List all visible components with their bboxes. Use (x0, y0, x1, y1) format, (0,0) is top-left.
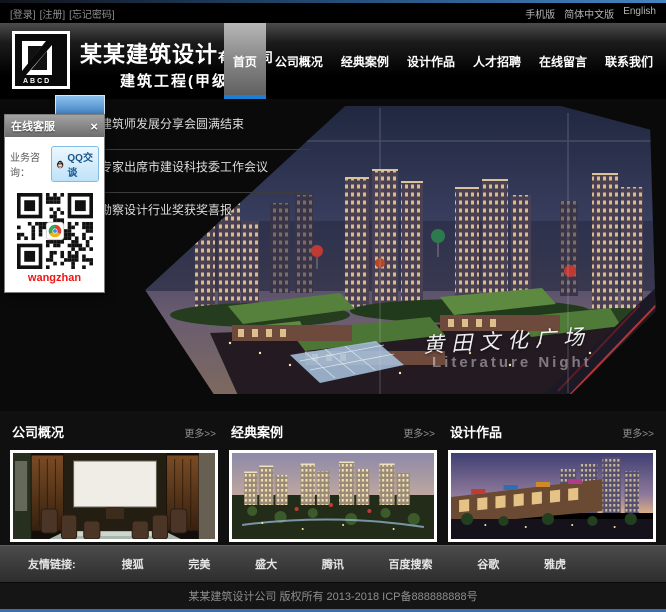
mobile-version-link[interactable]: 手机版 (525, 6, 555, 21)
nav-company-profile[interactable]: 公司概况 (266, 23, 332, 99)
news-item[interactable]: 勘察设计行业奖获奖喜报 (100, 193, 310, 235)
friend-links-bar: 友情链接: 搜狐 完美 盛大 腾讯 百度搜索 谷歌 雅虎 (0, 545, 666, 583)
main-nav: 首页 公司概况 经典案例 设计作品 人才招聘 在线留言 联系我们 (224, 23, 662, 99)
more-link[interactable]: 更多>> (622, 425, 654, 440)
login-link[interactable]: [登录] (10, 6, 36, 21)
qr-code-block (17, 193, 93, 269)
nav-contact-us[interactable]: 联系我们 (596, 23, 662, 99)
section-classic-cases: 经典案例 更多>> (229, 419, 437, 545)
service-panel-body: 业务咨询： QQ交谈 (5, 137, 104, 292)
friend-links: 搜狐 完美 盛大 腾讯 百度搜索 谷歌 雅虎 (122, 556, 566, 572)
news-list: 建筑师发展分享会圆满结束 专家出席市建设科技委工作会议 勘察设计行业奖获奖喜报 (100, 107, 310, 235)
friend-link-google[interactable]: 谷歌 (477, 556, 499, 572)
qr-caption: wangzhan (10, 272, 99, 284)
section-header: 设计作品 更多>> (448, 419, 656, 450)
locale-links: 手机版 简体中文版 English (525, 6, 656, 21)
friend-link-yahoo[interactable]: 雅虎 (544, 556, 566, 572)
english-link[interactable]: English (623, 6, 656, 21)
account-links: [登录] [注册] [忘记密码] (10, 6, 115, 21)
topbar: [登录] [注册] [忘记密码] 手机版 简体中文版 English (0, 3, 666, 23)
section-company-profile: 公司概况 更多>> (10, 419, 218, 545)
company-name-main: 某某建筑设计 (80, 42, 218, 67)
more-link[interactable]: 更多>> (403, 425, 435, 440)
friend-link-wanmei[interactable]: 完美 (188, 556, 210, 572)
online-service-panel: 在线客服 × 业务咨询： QQ交谈 (4, 114, 105, 293)
company-logo-icon: ABCD (12, 31, 70, 89)
qq-penguin-icon (56, 159, 64, 170)
friend-links-label: 友情链接: (28, 556, 76, 572)
more-link[interactable]: 更多>> (184, 425, 216, 440)
banner-overlay-subtitle: Literature Night (432, 354, 592, 371)
section-design-works: 设计作品 更多>> (448, 419, 656, 545)
copyright-text: 某某建筑设计公司 版权所有 2013-2018 ICP备888888888号 (188, 588, 477, 604)
service-panel-title: 在线客服 (11, 118, 55, 134)
service-panel-header: 在线客服 × (5, 115, 104, 137)
qq-chat-button[interactable]: QQ交谈 (51, 146, 99, 182)
qq-chat-label: QQ交谈 (67, 149, 94, 179)
nav-design-works[interactable]: 设计作品 (398, 23, 464, 99)
section-header: 经典案例 更多>> (229, 419, 437, 450)
nav-recruitment[interactable]: 人才招聘 (464, 23, 530, 99)
section-title: 公司概况 (12, 422, 64, 441)
friend-link-shengda[interactable]: 盛大 (255, 556, 277, 572)
hero-banner: 建筑师发展分享会圆满结束 专家出席市建设科技委工作会议 勘察设计行业奖获奖喜报 (0, 99, 666, 411)
section-title: 经典案例 (231, 422, 283, 441)
design-work-photo[interactable] (448, 450, 656, 542)
section-header: 公司概况 更多>> (10, 419, 218, 450)
simplified-chinese-link[interactable]: 简体中文版 (564, 6, 614, 21)
company-profile-photo[interactable] (10, 450, 218, 542)
close-icon[interactable]: × (90, 120, 98, 133)
register-link[interactable]: [注册] (40, 6, 66, 21)
consult-label: 业务咨询： (10, 149, 48, 179)
nav-classic-cases[interactable]: 经典案例 (332, 23, 398, 99)
friend-link-tencent[interactable]: 腾讯 (322, 556, 344, 572)
consult-row: 业务咨询： QQ交谈 (10, 146, 99, 182)
mini-banner-thumb[interactable] (55, 95, 105, 116)
footer: 某某建筑设计公司 版权所有 2013-2018 ICP备888888888号 (0, 583, 666, 612)
news-item[interactable]: 建筑师发展分享会圆满结束 (100, 107, 310, 150)
nav-online-message[interactable]: 在线留言 (530, 23, 596, 99)
section-title: 设计作品 (450, 422, 502, 441)
site-header: ABCD 某某建筑设计有限公司 建筑工程(甲级) 首页 公司概况 经典案例 设计… (0, 23, 666, 99)
friend-link-baidu[interactable]: 百度搜索 (389, 556, 433, 572)
browser-logo-icon (46, 222, 64, 240)
friend-link-sohu[interactable]: 搜狐 (122, 556, 144, 572)
nav-home[interactable]: 首页 (224, 23, 266, 99)
content-sections: 公司概况 更多>> (0, 411, 666, 545)
classic-case-photo[interactable] (229, 450, 437, 542)
forgot-password-link[interactable]: [忘记密码] (69, 6, 115, 21)
svg-text:ABCD: ABCD (23, 78, 51, 85)
page: [登录] [注册] [忘记密码] 手机版 简体中文版 English ABCD (0, 0, 666, 612)
news-item[interactable]: 专家出席市建设科技委工作会议 (100, 150, 310, 193)
